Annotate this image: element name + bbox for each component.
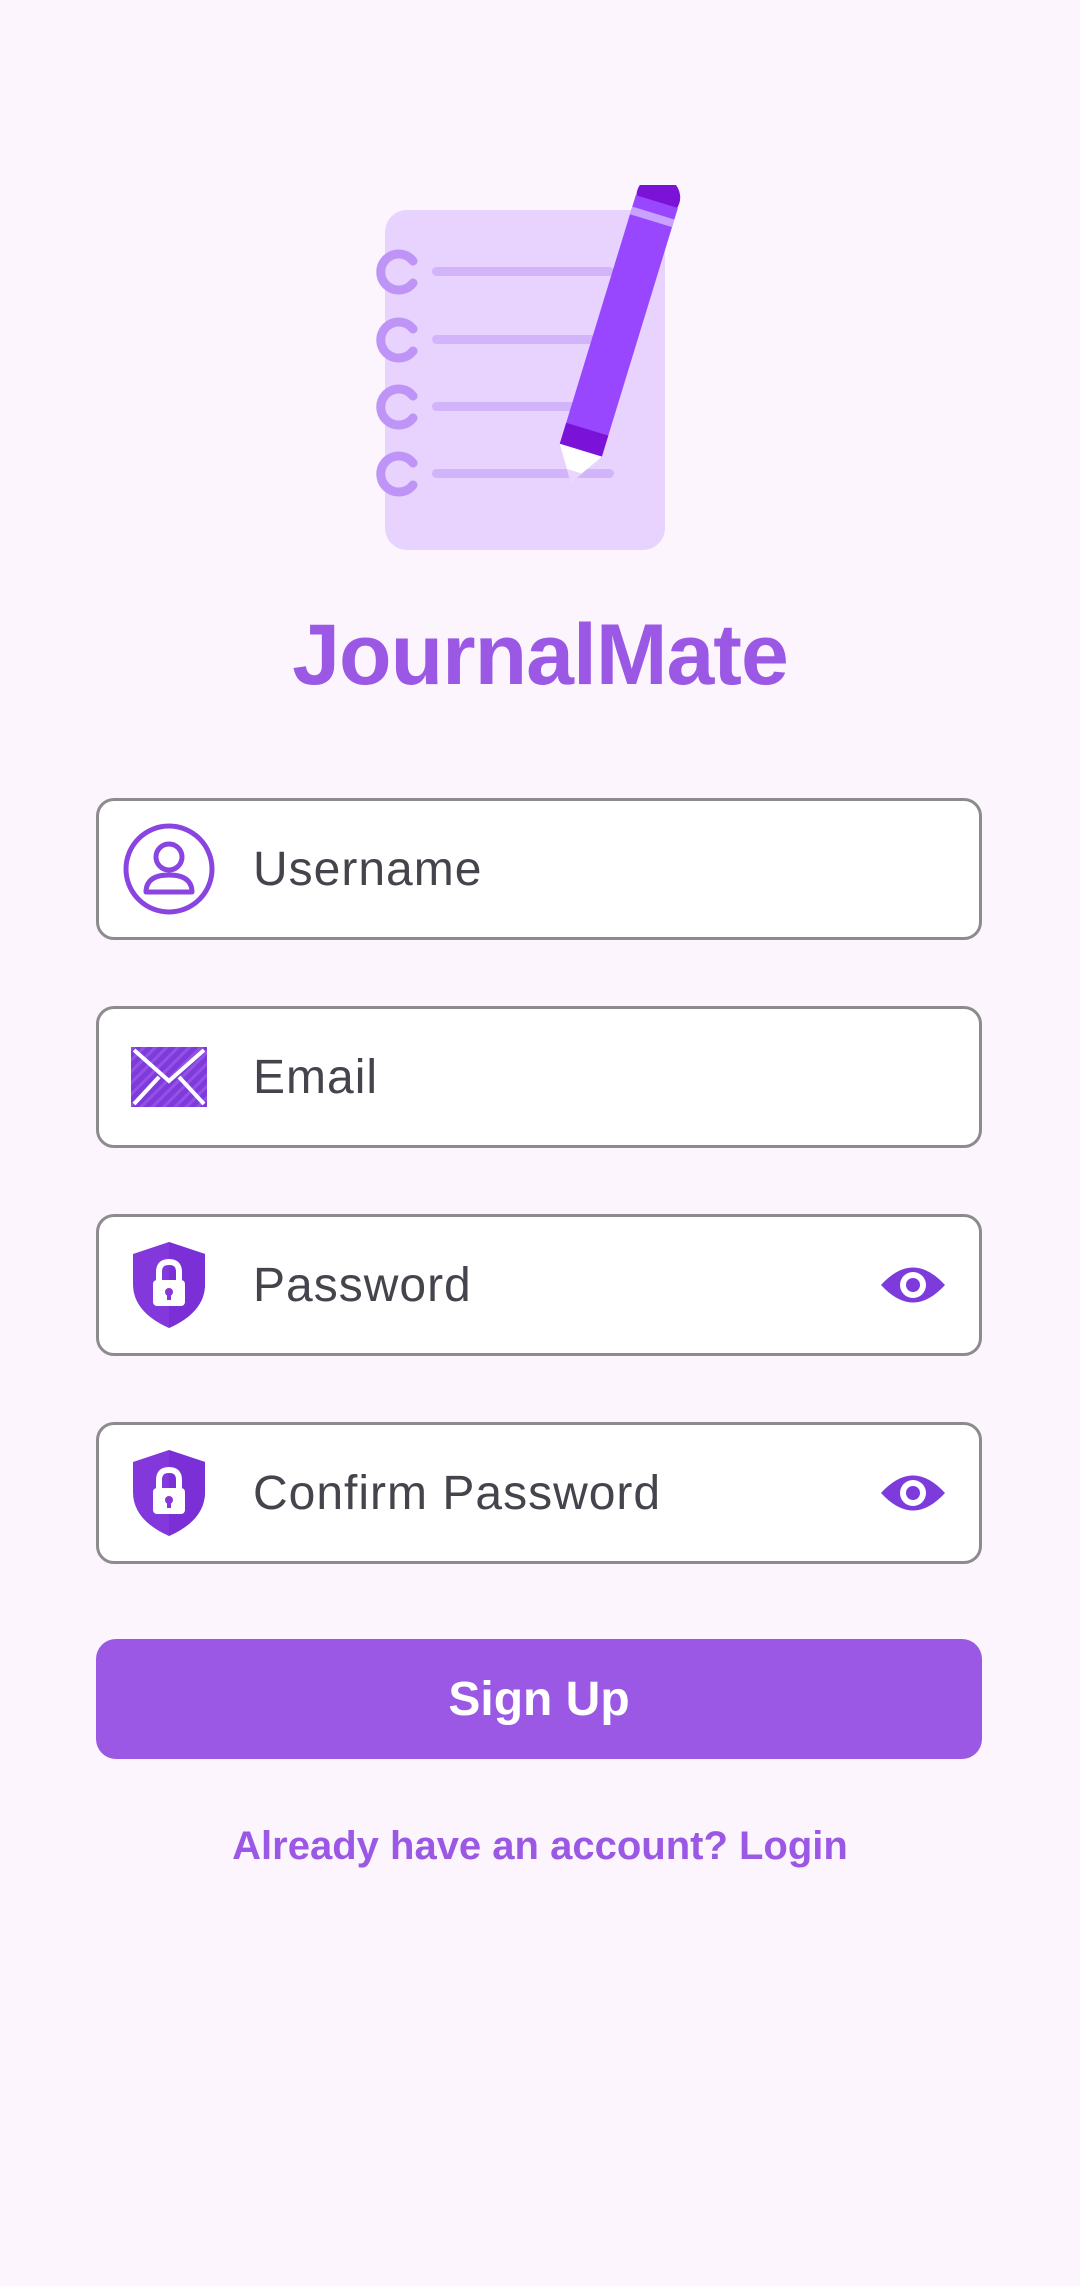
signup-button[interactable]: Sign Up [96, 1639, 982, 1759]
confirm-password-input[interactable] [253, 1425, 813, 1561]
user-icon [121, 821, 217, 917]
username-field[interactable] [96, 798, 982, 940]
app-title: JournalMate [292, 607, 789, 703]
shield-lock-icon [121, 1445, 217, 1541]
shield-lock-icon [121, 1237, 217, 1333]
password-field[interactable] [96, 1214, 982, 1356]
email-input[interactable] [253, 1009, 813, 1145]
confirm-password-field[interactable] [96, 1422, 982, 1564]
password-input[interactable] [253, 1217, 813, 1353]
login-link[interactable]: Already have an account? Login [0, 1824, 1080, 1869]
eye-icon[interactable] [877, 1465, 949, 1521]
eye-icon[interactable] [877, 1257, 949, 1313]
app-logo [360, 176, 720, 565]
notebook-pencil-icon [376, 176, 681, 550]
username-input[interactable] [253, 801, 813, 937]
email-field[interactable] [96, 1006, 982, 1148]
envelope-icon [121, 1029, 217, 1125]
